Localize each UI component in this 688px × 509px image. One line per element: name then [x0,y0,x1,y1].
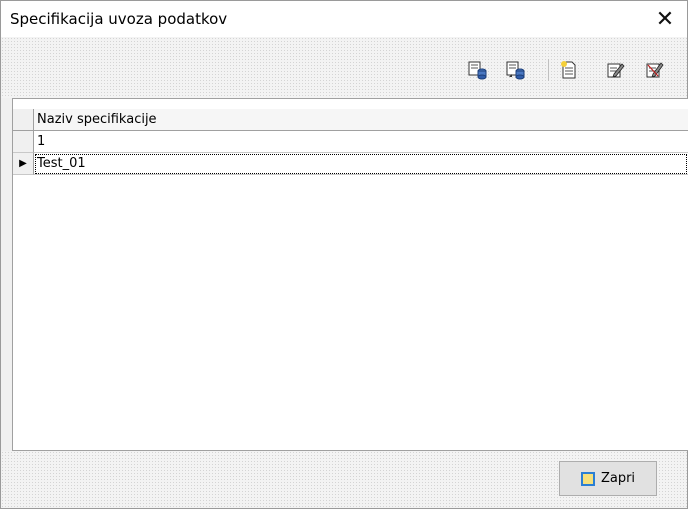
import-icon[interactable] [504,59,528,81]
header-indicator-cell [13,109,34,131]
new-document-icon[interactable] [557,59,581,81]
close-button-label: Zapri [600,471,636,486]
edit-icon[interactable] [603,59,627,81]
row-indicator-arrow-icon: ▶ [13,153,34,175]
table-row[interactable]: ▶ Test_01 [13,153,688,175]
title-bar: Specifikacija uvoza podatkov ✕ [1,1,687,37]
close-icon[interactable]: ✕ [645,1,685,37]
footer-bar: Zapri [1,451,687,508]
delete-icon[interactable] [642,59,666,81]
table-row[interactable]: 1 [13,131,688,153]
export-icon[interactable] [466,59,490,81]
dialog-window: Specifikacija uvoza podatkov ✕ Naziv spe… [0,0,688,509]
toolbar-separator [548,59,549,81]
column-header-naziv[interactable]: Naziv specifikacije [34,109,688,131]
close-window-icon [580,471,595,486]
close-button[interactable]: Zapri [559,461,657,496]
row-indicator [13,131,34,153]
table-cell[interactable]: Test_01 [34,153,688,175]
specification-grid[interactable]: Naziv specifikacije 1 ▶ Test_01 [12,98,688,451]
toolbar [1,37,687,98]
table-cell[interactable]: 1 [34,131,688,153]
window-title: Specifikacija uvoza podatkov [10,10,228,28]
